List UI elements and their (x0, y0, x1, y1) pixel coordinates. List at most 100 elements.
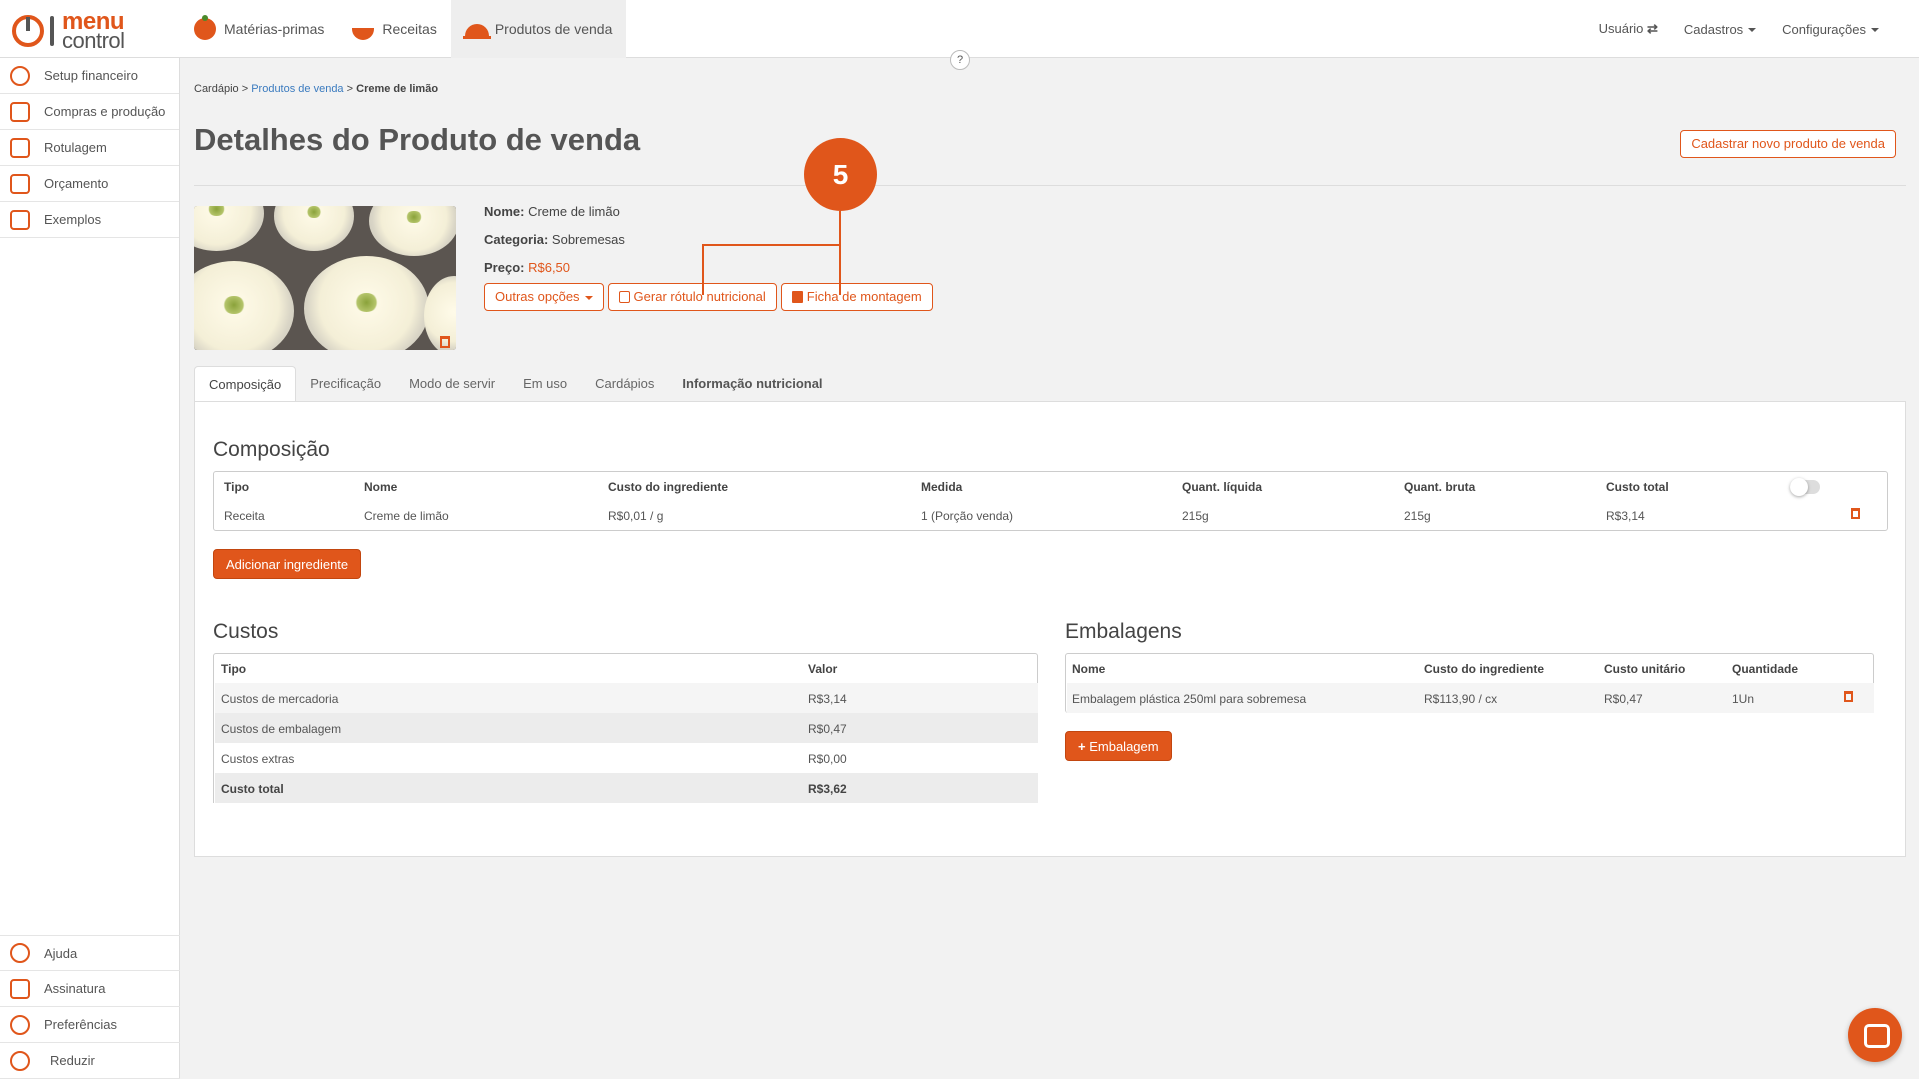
photo-cup (369, 206, 456, 256)
configuracoes-menu[interactable]: Configurações (1782, 22, 1879, 37)
usuario-menu[interactable]: Usuário ⇄ (1599, 21, 1658, 37)
top-right-menu: Usuário ⇄ Cadastros Configurações (1573, 0, 1879, 58)
add-ingredient-button[interactable]: Adicionar ingrediente (213, 549, 362, 579)
chat-icon[interactable] (1848, 1008, 1902, 1062)
sidebar-item-label: Orçamento (44, 176, 109, 191)
table-cell: Embalagem plástica 250ml para sobremesa (1072, 692, 1307, 706)
toggle-switch[interactable] (1790, 478, 1820, 496)
product-photo (194, 206, 456, 350)
add-embalagem-label: Embalagem (1089, 739, 1159, 754)
ficha-montagem-label: Ficha de montagem (806, 289, 922, 304)
table-cell: 215g (1404, 509, 1431, 523)
col-header: Nome (1072, 662, 1106, 676)
sidebar-item-ajuda[interactable]: Ajuda (0, 935, 180, 971)
sidebar-item-label: Rotulagem (44, 140, 107, 155)
printer-icon (791, 291, 803, 303)
breadcrumb-link-produtos[interactable]: Produtos de venda (251, 83, 343, 95)
usuario-label: Usuário (1598, 21, 1644, 36)
menu-control-logo[interactable]: menu control (12, 8, 142, 53)
table-cell[interactable]: R$0,00 (808, 752, 847, 766)
col-header: Custo do ingrediente (1424, 662, 1544, 676)
tab-informacao-nutricional[interactable]: Informação nutricional (668, 366, 836, 402)
sidebar-item-orcamento[interactable]: Orçamento (0, 166, 179, 202)
sidebar-item-reduzir[interactable]: Reduzir (0, 1043, 180, 1079)
sidebar-item-assinatura[interactable]: Assinatura (0, 971, 180, 1007)
gerar-rotulo-label: Gerar rótulo nutricional (633, 289, 766, 304)
table-cell: Receita (224, 509, 265, 523)
tab-cardapios[interactable]: Cardápios (581, 366, 668, 402)
table-cell-total: Custo total (221, 782, 284, 796)
table-cell: 1 (Porção venda) (921, 509, 1014, 523)
budget-icon (10, 173, 30, 194)
sidebar-item-rotulagem[interactable]: Rotulagem (0, 130, 179, 166)
table-cell: Custos extras (221, 752, 295, 766)
outras-opcoes-button[interactable]: Outras opções (484, 283, 604, 311)
col-header: Nome (364, 480, 398, 494)
product-price-line: Preço: R$6,50 (484, 260, 625, 275)
product-info: Nome: Creme de limão Categoria: Sobremes… (484, 204, 625, 288)
sidebar-item-label: Preferências (44, 1017, 117, 1032)
breadcrumb: Cardápio > Produtos de venda > Creme de … (194, 83, 438, 95)
sidebar-item-label: Ajuda (44, 945, 78, 961)
cloche-icon (462, 18, 491, 40)
trash-icon[interactable] (1844, 691, 1853, 702)
cadastros-menu[interactable]: Cadastros (1684, 22, 1757, 37)
collapse-icon (10, 1050, 30, 1071)
tab-bar: Composição Precificação Modo de servir E… (194, 366, 837, 402)
col-header: Custo total (1606, 480, 1669, 494)
caret-down-icon (1871, 28, 1879, 33)
embalagens-table: Nome Custo do ingrediente Custo unitário… (1065, 653, 1874, 713)
nome-label: Nome: (484, 204, 525, 219)
col-header: Tipo (221, 662, 247, 676)
col-header: Custo unitário (1604, 662, 1686, 676)
sidebar-item-exemplos[interactable]: Exemplos (0, 202, 179, 238)
table-cell: R$3,14 (808, 692, 847, 706)
tab-panel-composicao: Composição Tipo Nome Custo do ingredient… (194, 401, 1906, 857)
callout-line (839, 211, 841, 295)
breadcrumb-current: Creme de limão (356, 83, 439, 95)
sidebar: Setup financeiro Compras e produção Rotu… (0, 58, 180, 1079)
trash-icon[interactable] (1851, 508, 1860, 519)
gear-icon (10, 1014, 30, 1035)
outras-opcoes-label: Outras opções (495, 289, 580, 304)
table-cell: 215g (1182, 509, 1209, 523)
tab-em-uso[interactable]: Em uso (509, 366, 581, 402)
nav-label: Receitas (382, 21, 437, 37)
sidebar-item-compras[interactable]: Compras e produção (0, 94, 179, 130)
card-icon (10, 978, 30, 999)
tab-composicao[interactable]: Composição (194, 366, 297, 402)
gerar-rotulo-button[interactable]: Gerar rótulo nutricional (607, 283, 777, 311)
nav-materias-primas[interactable]: Matérias-primas (180, 0, 338, 58)
table-cell-total: R$3,62 (808, 782, 847, 796)
sidebar-item-preferencias[interactable]: Preferências (0, 1007, 180, 1043)
new-product-button[interactable]: Cadastrar novo produto de venda (1680, 130, 1896, 158)
sidebar-item-label: Reduzir (50, 1053, 95, 1068)
bowl-icon (352, 18, 375, 40)
table-cell[interactable]: Creme de limão (364, 509, 449, 523)
tab-modo-de-servir[interactable]: Modo de servir (395, 366, 509, 402)
table-cell[interactable]: R$113,90 / cx (1424, 692, 1497, 706)
col-header: Custo do ingrediente (608, 480, 728, 494)
tab-precificacao[interactable]: Precificação (296, 366, 395, 402)
help-question-button[interactable]: ? (950, 50, 970, 70)
label-icon (618, 291, 630, 303)
col-header: Tipo (224, 480, 250, 494)
top-nav: Matérias-primas Receitas Produtos de ven… (180, 0, 627, 58)
add-embalagem-button[interactable]: + Embalagem (1065, 731, 1172, 761)
nav-receitas[interactable]: Receitas (338, 0, 450, 58)
sidebar-item-setup-financeiro[interactable]: Setup financeiro (0, 58, 179, 94)
photo-cup (194, 206, 264, 251)
sync-icon: ⇄ (1647, 21, 1658, 36)
nav-produtos-de-venda[interactable]: Produtos de venda (450, 0, 627, 58)
logo-text-bottom: control (62, 28, 125, 53)
table-cell: Custos de embalagem (221, 722, 342, 736)
product-name: Creme de limão (528, 204, 620, 219)
trash-icon[interactable] (440, 336, 450, 348)
caret-down-icon (584, 295, 593, 300)
table-cell: R$0,47 (808, 722, 847, 736)
tutorial-step-marker: 5 (804, 138, 877, 211)
product-name-line: Nome: Creme de limão (484, 204, 625, 219)
ficha-montagem-button[interactable]: Ficha de montagem (780, 283, 933, 311)
custos-table: Tipo Valor Custos de mercadoria R$3,14 C… (213, 653, 1038, 803)
table-row (215, 683, 1038, 713)
